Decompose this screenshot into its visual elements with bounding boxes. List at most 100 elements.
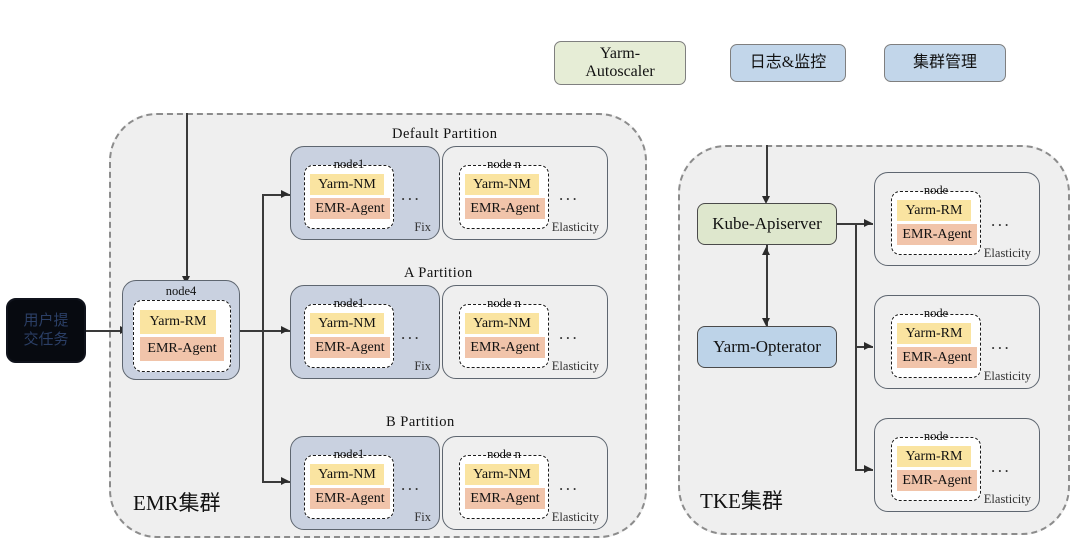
chip-label: Yarm-NM — [318, 176, 376, 192]
chip-emr-agent: EMR-Agent — [465, 488, 545, 509]
group-tag-elasticity: Elasticity — [983, 492, 1031, 506]
partition-default-group-elasticity: node n Yarm-NM EMR-Agent ... Elasticity — [442, 146, 608, 240]
node4-fanout-trunk — [262, 194, 264, 482]
chip-yarm-nm: Yarm-NM — [310, 174, 384, 195]
chip-label: Yarm-RM — [905, 448, 963, 464]
chip-emr-agent: EMR-Agent — [465, 337, 545, 358]
trunk-to-b-partition-arrowhead — [281, 477, 289, 485]
tke-node-group-3: node Yarm-RM EMR-Agent ... Elasticity — [874, 418, 1040, 512]
chip-label: EMR-Agent — [315, 200, 385, 216]
chip-yarm-nm: Yarm-NM — [465, 174, 539, 195]
more-nodes-ellipsis: ... — [559, 475, 580, 494]
node-box: node1 Yarm-NM EMR-Agent — [304, 447, 394, 519]
chip-yarm-rm: Yarm-RM — [897, 323, 971, 344]
chip-label: EMR-Agent — [902, 472, 972, 488]
more-nodes-ellipsis: ... — [401, 475, 422, 494]
tke-node-group-1: node Yarm-RM EMR-Agent ... Elasticity — [874, 172, 1040, 266]
trunk-to-default-partition-arrowhead — [281, 190, 289, 198]
service-box-kube-apiserver[interactable]: Kube-Apiserver — [697, 203, 837, 245]
chip-label: EMR-Agent — [147, 341, 217, 356]
tke-cluster-label: TKE集群 — [700, 489, 783, 513]
partition-b-group-elasticity: node n Yarm-NM EMR-Agent ... Elasticity — [442, 436, 608, 530]
group-tag-fix: Fix — [414, 359, 431, 373]
chip-label: EMR-Agent — [470, 200, 540, 216]
node-box: node1 Yarm-NM EMR-Agent — [304, 157, 394, 229]
group-tag-fix: Fix — [414, 220, 431, 234]
service-box-label: Kube-Apiserver — [712, 214, 822, 233]
partition-b-group-fix: node1 Yarm-NM EMR-Agent ... Fix — [290, 436, 440, 530]
node-box: node n Yarm-NM EMR-Agent — [459, 447, 549, 519]
group-tag-fix: Fix — [414, 510, 431, 524]
partition-title-b: B Partition — [386, 414, 455, 430]
partition-a-group-elasticity: node n Yarm-NM EMR-Agent ... Elasticity — [442, 285, 608, 379]
chip-label: Yarm-NM — [473, 466, 531, 482]
chip-label: EMR-Agent — [315, 339, 385, 355]
chip-emr-agent: EMR-Agent — [465, 198, 545, 219]
node-box: node Yarm-RM EMR-Agent — [891, 183, 981, 255]
partition-title-a: A Partition — [404, 265, 473, 281]
node-title-text: node n — [487, 296, 521, 310]
chip-emr-agent: EMR-Agent — [310, 488, 390, 509]
node-box: node Yarm-RM EMR-Agent — [891, 306, 981, 378]
more-nodes-ellipsis: ... — [559, 324, 580, 343]
chip-emr-agent: EMR-Agent — [897, 224, 977, 245]
node-box: node n Yarm-NM EMR-Agent — [459, 296, 549, 368]
chip-label: Yarm-RM — [149, 314, 207, 329]
more-nodes-ellipsis: ... — [991, 457, 1012, 476]
chip-label: EMR-Agent — [470, 339, 540, 355]
chip-emr-agent: EMR-Agent — [310, 337, 390, 358]
chip-yarm-nm: Yarm-NM — [465, 313, 539, 334]
emr-head-node-title: node4 — [122, 284, 240, 299]
more-nodes-ellipsis: ... — [991, 211, 1012, 230]
diagram-canvas: Yarm- Autoscaler 日志&监控 集群管理 EMR集群 用户提 交任… — [0, 0, 1080, 551]
more-nodes-ellipsis: ... — [991, 334, 1012, 353]
node-title-text: node4 — [165, 284, 197, 298]
partition-a-group-fix: node1 Yarm-NM EMR-Agent ... Fix — [290, 285, 440, 379]
legend-pill-label: 日志&监控 — [749, 53, 827, 71]
more-nodes-ellipsis: ... — [401, 185, 422, 204]
legend-pill-logging-monitoring[interactable]: 日志&监控 — [730, 44, 846, 82]
chip-emr-agent: EMR-Agent — [310, 198, 390, 219]
node-title-text: node1 — [333, 296, 365, 310]
chip-label: EMR-Agent — [902, 226, 972, 242]
chip-label: Yarm-NM — [318, 315, 376, 331]
trunk-to-node2-arrowhead — [864, 342, 872, 350]
node4-to-a-partition-arrowhead — [281, 326, 289, 334]
chip-label: Yarm-RM — [905, 202, 963, 218]
chip-label: Yarm-NM — [318, 466, 376, 482]
apiserver-to-node1-arrowhead — [864, 219, 872, 227]
legend-pill-label: 集群管理 — [912, 53, 977, 71]
chip-emr-agent: EMR-Agent — [140, 337, 224, 361]
node-box: node1 Yarm-NM EMR-Agent — [304, 296, 394, 368]
chip-label: Yarm-NM — [473, 176, 531, 192]
service-box-yarm-opterator[interactable]: Yarm-Opterator — [697, 326, 837, 368]
user-submit-task-box[interactable]: 用户提 交任务 — [6, 298, 86, 363]
chip-label: EMR-Agent — [470, 490, 540, 506]
emr-head-node-inner: Yarm-RM EMR-Agent — [133, 300, 231, 372]
chip-label: Yarm-NM — [473, 315, 531, 331]
chip-yarm-rm: Yarm-RM — [897, 200, 971, 221]
node-title-text: node n — [487, 447, 521, 461]
chip-yarm-nm: Yarm-NM — [310, 464, 384, 485]
node-title-text: node — [923, 429, 949, 443]
chip-label: EMR-Agent — [315, 490, 385, 506]
node-title-text: node — [923, 183, 949, 197]
tke-entry-line — [766, 145, 768, 199]
service-box-label: Yarm-Opterator — [713, 337, 821, 356]
chip-yarm-nm: Yarm-NM — [310, 313, 384, 334]
chip-yarm-rm: Yarm-RM — [897, 446, 971, 467]
group-tag-elasticity: Elasticity — [551, 510, 599, 524]
trunk-to-node3-arrowhead — [864, 465, 872, 473]
group-tag-elasticity: Elasticity — [551, 220, 599, 234]
chip-label: EMR-Agent — [902, 349, 972, 365]
group-tag-elasticity: Elasticity — [983, 246, 1031, 260]
more-nodes-ellipsis: ... — [401, 324, 422, 343]
node-title-text: node n — [487, 157, 521, 171]
node-title-text: node1 — [333, 157, 365, 171]
tke-node-group-2: node Yarm-RM EMR-Agent ... Elasticity — [874, 295, 1040, 389]
node-title-text: node — [923, 306, 949, 320]
legend-pill-cluster-management[interactable]: 集群管理 — [884, 44, 1006, 82]
legend-pill-yarm-autoscaler[interactable]: Yarm- Autoscaler — [554, 41, 686, 85]
emr-cluster-label: EMR集群 — [133, 491, 221, 515]
chip-emr-agent: EMR-Agent — [897, 347, 977, 368]
